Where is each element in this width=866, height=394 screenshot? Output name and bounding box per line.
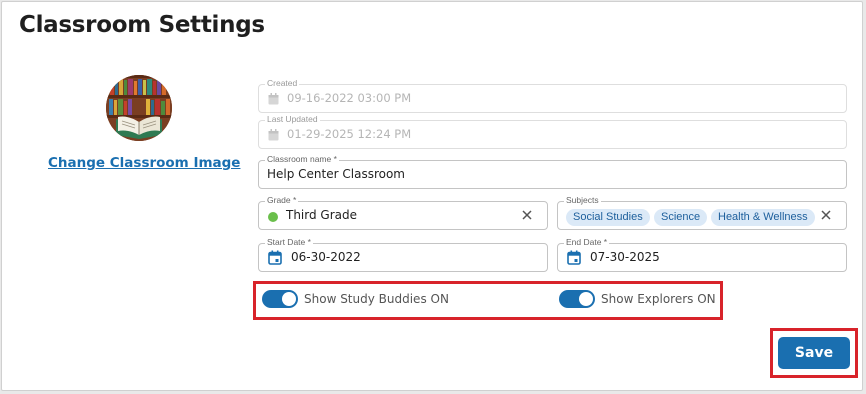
created-field: Created 09-16-2022 03:00 PM — [258, 78, 847, 113]
study-buddies-label: Show Study Buddies ON — [304, 292, 449, 306]
last-updated-label: Last Updated — [265, 114, 320, 125]
start-date-label: Start Date * — [265, 237, 313, 248]
end-date-input[interactable]: End Date * 07-30-2025 — [557, 237, 847, 272]
created-label: Created — [265, 78, 300, 89]
toggle-knob — [579, 292, 593, 306]
change-classroom-image-link[interactable]: Change Classroom Image — [48, 155, 240, 171]
grade-label: Grade * — [265, 195, 299, 206]
bookshelf-book-illustration — [106, 75, 172, 141]
grade-color-dot — [268, 212, 278, 222]
classroom-name-value: Help Center Classroom — [267, 167, 405, 181]
subject-chip[interactable]: Science — [654, 209, 708, 226]
clear-grade-icon[interactable] — [519, 207, 535, 223]
study-buddies-toggle[interactable] — [262, 290, 298, 308]
start-date-input[interactable]: Start Date * 06-30-2022 — [258, 237, 548, 272]
calendar-icon[interactable] — [567, 250, 581, 265]
toggle-knob — [282, 292, 296, 306]
calendar-icon — [268, 129, 279, 141]
grade-select[interactable]: Grade * Third Grade — [258, 195, 548, 230]
explorers-toggle-row[interactable]: Show Explorers ON — [559, 289, 716, 309]
page-title: Classroom Settings — [19, 12, 265, 38]
last-updated-field: Last Updated 01-29-2025 12:24 PM — [258, 114, 847, 149]
save-button[interactable]: Save — [778, 337, 850, 369]
explorers-toggle[interactable] — [559, 290, 595, 308]
end-date-label: End Date * — [564, 237, 610, 248]
calendar-icon[interactable] — [268, 250, 282, 265]
subjects-label: Subjects — [564, 195, 601, 206]
study-buddies-toggle-row[interactable]: Show Study Buddies ON — [262, 289, 449, 309]
explorers-label: Show Explorers ON — [601, 292, 716, 306]
subject-chip[interactable]: Social Studies — [566, 209, 650, 226]
last-updated-value: 01-29-2025 12:24 PM — [287, 127, 412, 141]
calendar-icon — [268, 93, 279, 105]
start-date-value: 06-30-2022 — [291, 250, 361, 264]
created-value: 09-16-2022 03:00 PM — [287, 91, 412, 105]
subject-chip[interactable]: Health & Wellness — [711, 209, 815, 226]
classroom-name-input[interactable]: Classroom name * Help Center Classroom — [258, 154, 847, 189]
grade-value: Third Grade — [286, 208, 358, 222]
subjects-select[interactable]: Subjects Social Studies Science Health &… — [557, 195, 847, 230]
classroom-name-label: Classroom name * — [265, 154, 339, 165]
settings-card — [1, 1, 863, 391]
end-date-value: 07-30-2025 — [590, 250, 660, 264]
classroom-image — [106, 75, 172, 141]
clear-subjects-icon[interactable] — [818, 207, 834, 223]
